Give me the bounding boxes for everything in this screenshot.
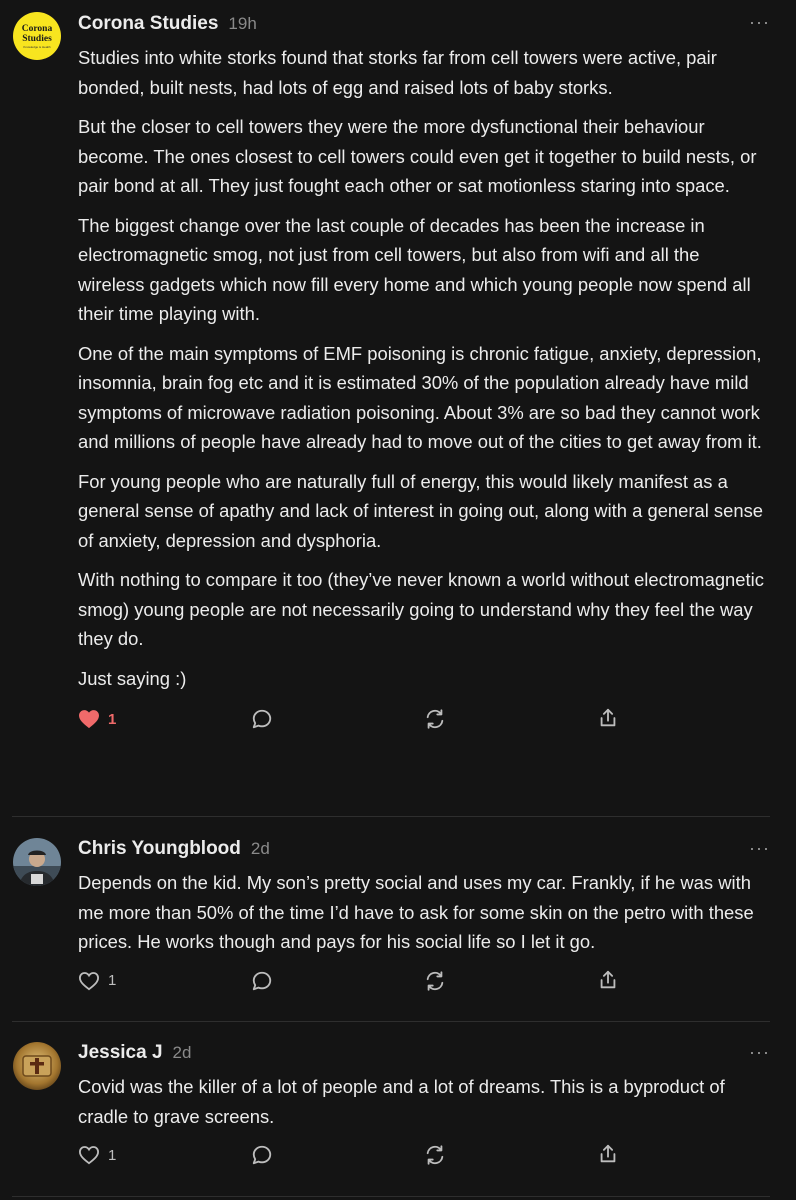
comment-body: Studies into white storks found that sto… — [78, 43, 770, 693]
comment-paragraph: But the closer to cell towers they were … — [78, 116, 757, 196]
divider — [12, 1021, 770, 1022]
share-button[interactable] — [597, 707, 619, 729]
heart-filled-icon — [78, 709, 100, 729]
restack-button[interactable] — [424, 708, 446, 730]
more-options-icon[interactable]: ··· — [749, 1042, 770, 1063]
comment-actions: 1 — [78, 1141, 770, 1185]
comment-header: Chris Youngblood 2d — [78, 838, 770, 868]
comment-bubble-icon — [251, 1144, 273, 1166]
like-count: 1 — [108, 972, 117, 989]
comment-feed: Corona Studies Knowledge is Health Coron… — [0, 0, 796, 1197]
timestamp[interactable]: 2d — [251, 839, 270, 859]
comment-paragraph: Just saying :) — [78, 667, 187, 689]
timestamp[interactable]: 2d — [173, 1043, 192, 1063]
comment-paragraph: With nothing to compare it too (they’ve … — [78, 569, 764, 649]
timestamp[interactable]: 19h — [228, 14, 256, 34]
heart-icon — [78, 971, 100, 991]
comment-paragraph: For young people who are naturally full … — [78, 470, 763, 551]
share-button[interactable] — [597, 1143, 619, 1165]
divider — [12, 816, 770, 817]
comment-actions: 1 — [78, 703, 770, 747]
author-name[interactable]: Chris Youngblood — [78, 838, 241, 860]
heart-icon — [78, 1145, 100, 1165]
reply-button[interactable] — [251, 1144, 273, 1166]
avatar-logo-text: Corona — [21, 23, 53, 34]
comment-header: Corona Studies 19h — [78, 13, 770, 43]
avatar-logo-text: Studies — [22, 33, 52, 44]
comment-paragraph: Studies into white storks found that sto… — [78, 47, 717, 98]
comment-paragraph: One of the main symptoms of EMF poisonin… — [78, 342, 762, 453]
restack-button[interactable] — [424, 1144, 446, 1166]
share-icon — [597, 1143, 619, 1165]
comment: Jessica J 2d ··· Covid was the killer of… — [0, 1042, 796, 1185]
restack-icon — [424, 970, 446, 992]
reply-button[interactable] — [251, 970, 273, 992]
comment-body: Depends on the kid. My son’s pretty soci… — [78, 868, 770, 957]
like-button[interactable]: 1 — [78, 1145, 116, 1165]
comment-body: Covid was the killer of a lot of people … — [78, 1072, 770, 1131]
more-options-icon[interactable]: ··· — [749, 838, 770, 859]
share-button[interactable] — [597, 969, 619, 991]
restack-icon — [424, 708, 446, 730]
avatar[interactable]: Corona Studies Knowledge is Health — [13, 12, 61, 60]
avatar-logo-tagline: Knowledge is Health — [23, 44, 51, 49]
comment-bubble-icon — [251, 708, 273, 730]
comment-paragraph: The biggest change over the last couple … — [78, 214, 751, 325]
author-name[interactable]: Corona Studies — [78, 13, 218, 35]
share-icon — [597, 707, 619, 729]
comment: Chris Youngblood 2d ··· Depends on the k… — [0, 838, 796, 1011]
restack-button[interactable] — [424, 970, 446, 992]
comment-paragraph: Depends on the kid. My son’s pretty soci… — [78, 872, 754, 952]
restack-icon — [424, 1144, 446, 1166]
comment: Corona Studies Knowledge is Health Coron… — [0, 0, 796, 747]
avatar[interactable] — [13, 838, 61, 886]
like-count: 1 — [108, 1146, 117, 1164]
comment-actions: 1 — [78, 967, 770, 1011]
like-button[interactable]: 1 — [78, 709, 116, 729]
author-name[interactable]: Jessica J — [78, 1042, 163, 1064]
reply-button[interactable] — [251, 708, 273, 730]
comment-header: Jessica J 2d — [78, 1042, 770, 1072]
more-options-icon[interactable]: ··· — [749, 12, 770, 33]
like-count: 1 — [108, 710, 117, 728]
like-button[interactable]: 1 — [78, 971, 116, 991]
share-icon — [597, 969, 619, 991]
comment-bubble-icon — [251, 970, 273, 992]
divider — [12, 1196, 770, 1197]
avatar[interactable] — [13, 1042, 61, 1090]
comment-paragraph: Covid was the killer of a lot of people … — [78, 1076, 725, 1127]
